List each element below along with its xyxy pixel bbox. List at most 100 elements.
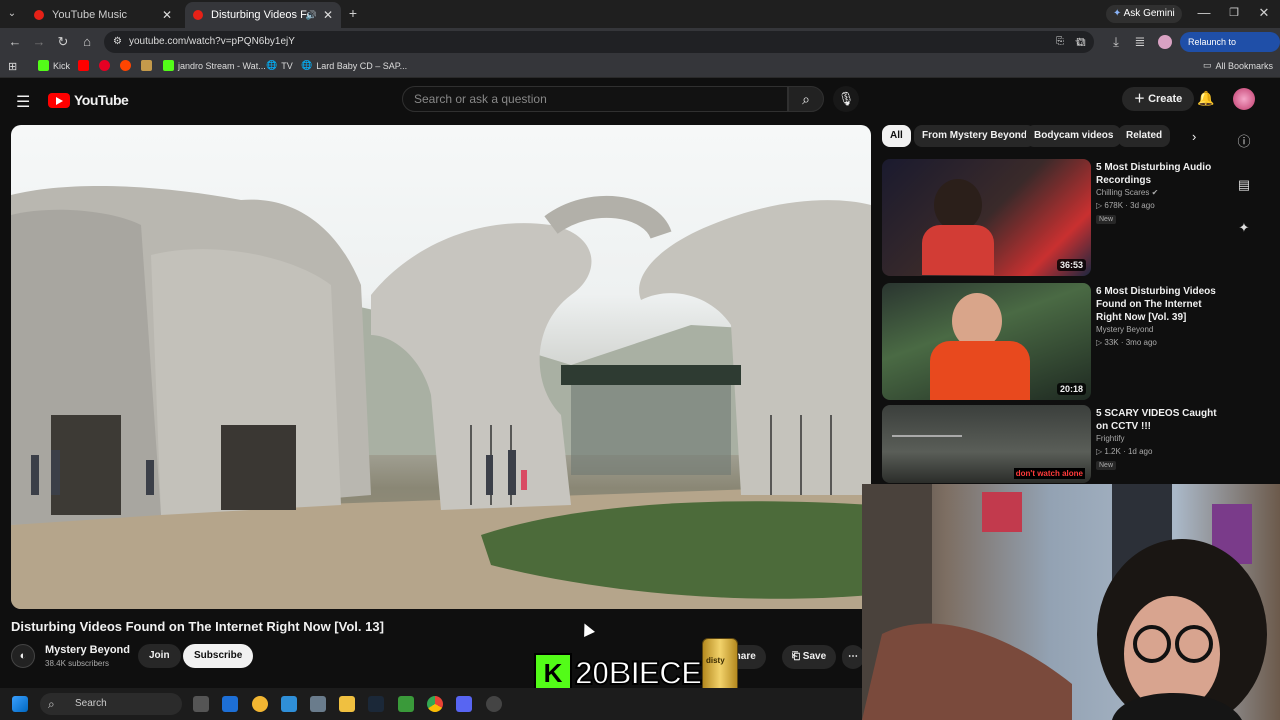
close-window-icon[interactable]: ✕ [1256,5,1272,21]
address-bar[interactable]: ⚙ youtube.com/watch?v=pPQN6by1ejY ⎘ ☆ [104,31,1094,53]
minecraft-icon[interactable] [398,696,414,712]
bookmark-label: jandro Stream - Wat... [178,60,266,71]
speaker-icon[interactable]: 🔊 [306,10,317,21]
webcam-feed [862,484,1267,720]
chrome-icon[interactable] [427,696,443,712]
plus-icon: ＋ [1134,93,1145,105]
bookmark-jandro-stream[interactable]: jandro Stream - Wat... [163,60,266,71]
info-icon[interactable]: ⓘ [1236,134,1252,150]
chip-bodycam-videos[interactable]: Bodycam videos [1026,125,1122,147]
youtube-logo[interactable]: YouTube [48,92,129,108]
bookmark-kick[interactable]: Kick [38,60,70,71]
search-icon: ⌕ [802,91,810,107]
new-badge: New [1096,461,1117,470]
calculator-icon[interactable] [310,696,326,712]
join-button[interactable]: Join [138,644,181,668]
voice-search-button[interactable]: 🎙 [833,86,859,112]
youtube-favicon-icon [193,10,203,20]
windows-start-icon[interactable] [12,696,28,712]
recommendation-title: 5 SCARY VIDEOS Caught on CCTV !!! [1096,408,1217,432]
channel-name[interactable]: Mystery Beyond [45,644,130,656]
bookmark-image[interactable] [141,60,152,71]
file-explorer-icon[interactable] [339,696,355,712]
site-info-icon[interactable]: ⚙ [113,31,122,53]
minimize-icon[interactable]: — [1196,5,1212,21]
close-tab-icon[interactable]: ✕ [323,8,333,22]
recommendation-item[interactable]: 20:18 6 Most Disturbing Videos Found on … [882,283,1222,401]
notifications-bell-icon[interactable]: 🔔 [1197,90,1214,107]
channel-avatar[interactable]: ◐ [11,644,35,668]
task-view-icon[interactable] [193,696,209,712]
ask-gemini-label: Ask Gemini [1123,8,1175,19]
browser-toolbar: ← → ↻ ⌂ ⚙ youtube.com/watch?v=pPQN6by1ej… [0,28,1280,67]
relaunch-button[interactable]: Relaunch to update ⋮ [1180,32,1280,67]
video-thumbnail[interactable]: 20:18 [882,283,1091,400]
chip-from-mystery-beyond[interactable]: From Mystery Beyond [914,125,1036,147]
chat-icon[interactable]: ▤ [1236,177,1252,193]
apps-grid-icon[interactable]: ⊞ [8,60,17,73]
video-thumbnail[interactable]: don't watch alone [882,405,1091,483]
install-app-icon[interactable]: ⎘ [1056,31,1064,53]
browser-tab-bar: ⌄ YouTube Music ✕ Disturbing Videos Foun… [0,0,1280,28]
weather-icon[interactable] [252,696,268,712]
search-input[interactable]: Search or ask a question [402,86,788,112]
profile-avatar[interactable] [1158,35,1172,49]
save-label: Save [802,651,827,662]
microphone-icon: 🎙 [837,91,855,106]
chip-all[interactable]: All [882,125,911,147]
youtube-icon [78,60,89,71]
pinterest-icon [99,60,110,71]
bookmark-image-icon [141,60,152,71]
bookmark-lard-baby[interactable]: 🌐 Lard Baby CD – SAP... [301,60,407,71]
video-title: Disturbing Videos Found on The Internet … [11,619,384,634]
home-icon[interactable]: ⌂ [79,34,95,50]
steam-icon[interactable] [368,696,384,712]
thumbnail-caption: don't watch alone [1013,468,1085,479]
video-thumbnail[interactable]: 36:53 [882,159,1091,276]
photos-icon[interactable] [281,696,297,712]
media-controls-icon[interactable]: ≣ [1132,34,1148,50]
tab-youtube-music[interactable]: YouTube Music ✕ [26,2,180,28]
recommendation-stats: ▷ 33K · 3mo ago [1096,338,1157,347]
tab-active-video[interactable]: Disturbing Videos Found o 🔊 ✕ [185,2,341,28]
taskbar-search-input[interactable]: ⌕ Search [40,693,182,715]
close-tab-icon[interactable]: ✕ [162,8,172,22]
can-label: disty [706,656,725,665]
bookmark-tv[interactable]: 🌐 TV [266,60,293,71]
obs-icon[interactable] [486,696,502,712]
widgets-icon[interactable] [222,696,238,712]
bookmark-icon: ⎗ [792,651,800,662]
discord-icon[interactable] [456,696,472,712]
downloads-icon[interactable]: ⤓ [1108,34,1124,50]
url-text: youtube.com/watch?v=pPQN6by1ejY [129,36,295,47]
extensions-icon[interactable]: ⧉ [1073,34,1089,50]
tab-search-chevron-icon[interactable]: ⌄ [4,6,20,22]
forward-icon[interactable]: → [31,34,47,50]
chips-next-chevron-icon[interactable]: › [1192,129,1196,144]
thumbnail-figure [930,341,1030,400]
all-bookmarks-button[interactable]: ▭ All Bookmarks [1203,60,1273,71]
bookmark-reddit[interactable] [120,60,131,71]
new-tab-button[interactable]: + [345,5,361,21]
bookmark-youtube[interactable] [78,60,89,71]
search-button[interactable]: ⌕ [788,86,824,112]
recommendation-item[interactable]: 36:53 5 Most Disturbing Audio Recordings… [882,159,1222,277]
maximize-icon[interactable]: ❐ [1226,5,1242,21]
more-actions-icon[interactable]: ⋯ [842,645,864,669]
bookmark-pinterest[interactable] [99,60,110,71]
ask-gemini-button[interactable]: ✦ Ask Gemini [1106,5,1182,23]
account-avatar[interactable] [1233,88,1255,110]
save-button[interactable]: ⎗ Save [782,645,837,669]
bookmark-label: Lard Baby CD – SAP... [316,60,408,71]
reload-icon[interactable]: ↻ [55,34,71,50]
hamburger-menu-icon[interactable]: ☰ [16,92,30,112]
thumbnail-figure [934,179,982,231]
kick-icon [38,60,49,71]
reddit-icon [120,60,131,71]
video-player[interactable] [11,125,871,609]
subscribe-button[interactable]: Subscribe [183,644,254,668]
back-icon[interactable]: ← [7,34,23,50]
sparkle-icon[interactable]: ✦ [1236,220,1252,236]
create-button[interactable]: ＋ Create [1122,87,1195,111]
chip-related[interactable]: Related [1118,125,1171,147]
